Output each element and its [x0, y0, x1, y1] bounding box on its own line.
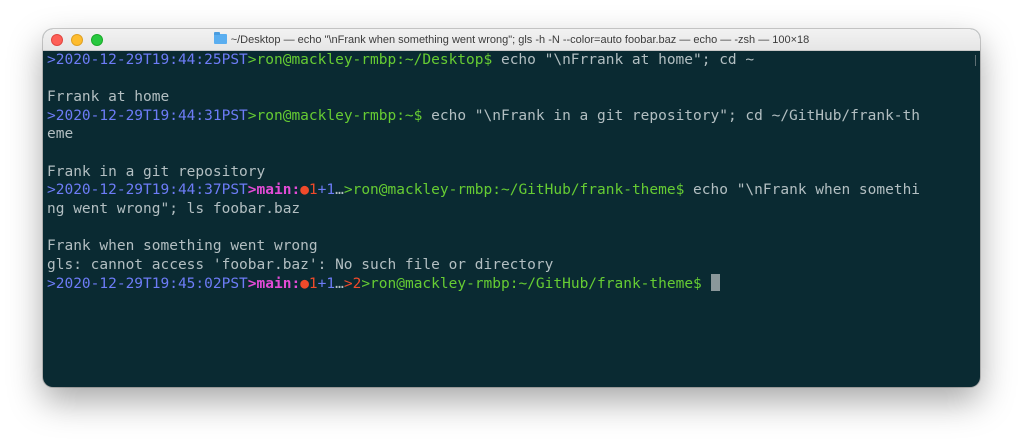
prompt-command [702, 276, 711, 292]
git-branch: >main: [247, 276, 301, 293]
folder-icon [213, 32, 227, 44]
prompt-userhost: >ron@mackley-rmbp:~/Desktop$ [247, 52, 493, 68]
git-status-added: +1 [317, 276, 336, 293]
prompt-line: >2020-12-29T19:45:02PST>main:●1+1…>2>ron… [47, 274, 980, 293]
prompt-line: >2020-12-29T19:44:31PST>ron@mackley-rmbp… [47, 107, 980, 126]
terminal-output[interactable]: >2020-12-29T19:44:25PST>ron@mackley-rmbp… [43, 51, 980, 387]
git-status-ellipsis: … [335, 182, 344, 199]
output-line: eme [47, 126, 74, 143]
error-line: gls: cannot access 'foobar.baz': No such… [47, 256, 554, 273]
exit-code: >2 [343, 276, 362, 293]
git-branch: >main: [247, 182, 301, 199]
window-title: ~/Desktop — echo "\nFrank when something… [230, 34, 810, 46]
git-status-added: +1 [317, 182, 336, 199]
terminal-window: ~/Desktop — echo "\nFrank when something… [43, 29, 980, 387]
prompt-userhost: >ron@mackley-rmbp:~$ [247, 107, 423, 124]
output-line: ng went wrong"; ls foobar.baz [47, 200, 301, 217]
prompt-timestamp: >2020-12-29T19:44:25PST [47, 52, 248, 68]
git-status-ellipsis: … [335, 276, 344, 293]
prompt-userhost: >ron@mackley-rmbp:~/GitHub/frank-theme$ [343, 182, 685, 199]
scroll-indicator [975, 55, 976, 66]
window-title-area: ~/Desktop — echo "\nFrank when something… [43, 29, 980, 51]
prompt-command: echo "\nFrank when somethi [684, 182, 921, 199]
prompt-userhost: >ron@mackley-rmbp:~/GitHub/frank-theme$ [361, 276, 702, 293]
prompt-command: echo "\nFrrank at home"; cd ~ [492, 52, 755, 68]
git-status-modified: ●1 [300, 182, 318, 199]
prompt-timestamp: >2020-12-29T19:44:37PST [47, 182, 248, 199]
prompt-command: echo "\nFrank in a git repository"; cd ~… [422, 107, 921, 124]
output-line: Frrank at home [47, 89, 170, 106]
terminal-cursor[interactable] [710, 274, 720, 292]
prompt-line: >2020-12-29T19:44:37PST>main:●1+1…>ron@m… [47, 181, 980, 200]
output-line: Frank in a git repository [47, 163, 266, 180]
git-status-modified: ●1 [300, 276, 318, 293]
prompt-timestamp: >2020-12-29T19:45:02PST [47, 276, 248, 293]
prompt-timestamp: >2020-12-29T19:44:31PST [47, 107, 248, 124]
output-line: Frank when something went wrong [47, 237, 318, 254]
title-bar[interactable]: ~/Desktop — echo "\nFrank when something… [43, 29, 980, 51]
prompt-line: >2020-12-29T19:44:25PST>ron@mackley-rmbp… [47, 51, 980, 70]
